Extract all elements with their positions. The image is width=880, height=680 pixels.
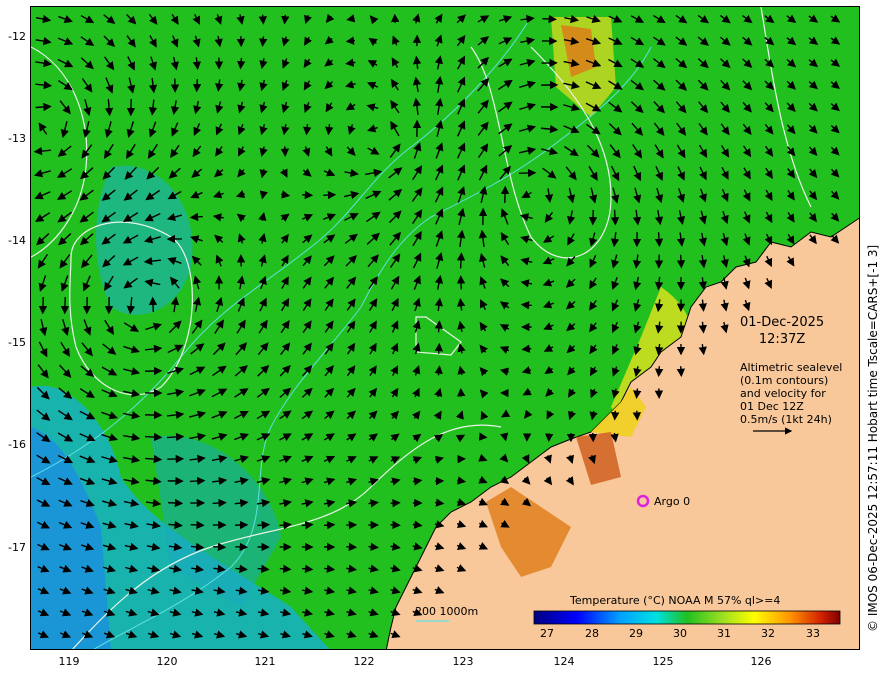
note-line: 01 Dec 12Z (740, 400, 804, 413)
date-text: 01-Dec-2025 (740, 315, 825, 330)
lon-tick-label: 125 (652, 655, 674, 668)
velocity-arrow (148, 296, 158, 312)
colorbar-tick: 30 (673, 627, 687, 640)
lon-tick-label: 126 (750, 655, 772, 668)
velocity-arrow (236, 57, 246, 70)
velocity-arrow (189, 212, 203, 222)
velocity-arrow (434, 320, 444, 333)
lat-tick-label: -15 (8, 336, 26, 349)
velocity-arrow (168, 498, 184, 508)
velocity-arrow (676, 254, 686, 269)
velocity-arrow (654, 366, 664, 378)
velocity-arrow (457, 387, 466, 397)
colorbar-tick: 28 (585, 627, 599, 640)
velocity-arrow (456, 252, 466, 269)
velocity-arrow (346, 542, 358, 552)
colorbar-tick: 32 (761, 627, 775, 640)
lat-tick-label: -12 (8, 30, 26, 43)
velocity-arrow (588, 432, 597, 443)
lat-tick-label: -16 (8, 438, 26, 451)
lon-tick-label: 123 (452, 655, 474, 668)
sst-map (31, 7, 859, 649)
map-panel (30, 6, 860, 650)
lon-tick-label: 122 (353, 655, 375, 668)
velocity-arrow (279, 564, 292, 574)
colorbar-tick: 29 (629, 627, 643, 640)
velocity-arrow (633, 388, 642, 399)
note-line: and velocity for (740, 387, 826, 400)
velocity-arrow (302, 190, 314, 200)
lon-tick-label: 119 (58, 655, 80, 668)
lon-tick-label: 120 (156, 655, 178, 668)
colorbar-bar (533, 610, 841, 625)
velocity-arrow (190, 520, 205, 530)
lat-tick-label: -17 (8, 541, 26, 554)
colorbar-title: Temperature (°C) NOAA M 57% ql>=4 (570, 594, 781, 607)
velocity-arrow (610, 209, 620, 226)
velocity-arrow (518, 168, 537, 178)
depth-legend-label: 200 1000m (415, 605, 479, 618)
argo-label: Argo 0 (654, 495, 691, 508)
velocity-arrow (301, 520, 314, 530)
velocity-arrow (654, 232, 664, 248)
lat-tick-label: -13 (8, 132, 26, 145)
lat-tick-label: -14 (8, 234, 26, 247)
date-time-label: 01-Dec-2025 12:37Z (740, 314, 824, 348)
lon-tick-label: 124 (553, 655, 575, 668)
note-line: (0.1m contours) (740, 374, 829, 387)
velocity-arrow (281, 14, 290, 25)
velocity-arrow (542, 14, 558, 24)
colorbar-tick: 27 (540, 627, 554, 640)
velocity-arrow (257, 564, 270, 574)
lon-tick-label: 121 (254, 655, 276, 668)
note-line: 0.5m/s (1kt 24h) (740, 413, 832, 426)
velocity-arrow (368, 542, 379, 551)
velocity-arrow (189, 476, 206, 486)
credit-text: © IMOS 06-Dec-2025 12:57:11 Hobart time … (866, 244, 880, 632)
altimetry-note: Altimetric sealevel (0.1m contours) and … (740, 361, 842, 426)
velocity-arrow (144, 366, 163, 376)
time-text: 12:37Z (758, 332, 806, 347)
note-line: Altimetric sealevel (740, 361, 843, 374)
velocity-arrow (144, 432, 163, 442)
velocity-arrow (676, 366, 686, 378)
velocity-arrow (632, 410, 642, 421)
velocity-arrow (257, 520, 271, 530)
velocity-arrow (259, 36, 268, 47)
velocity-arrow (212, 498, 227, 508)
velocity-arrow (279, 520, 292, 530)
velocity-arrow (521, 344, 532, 353)
velocity-arrow (213, 542, 227, 552)
velocity-arrow (323, 190, 337, 200)
velocity-arrow (390, 498, 401, 508)
velocity-arrow (60, 296, 70, 315)
velocity-arrow (323, 520, 336, 530)
colorbar-tick: 31 (717, 627, 731, 640)
velocity-arrow (192, 79, 202, 93)
velocity-arrow (434, 342, 444, 354)
colorbar-tick: 33 (806, 627, 820, 640)
velocity-arrow (258, 14, 267, 25)
velocity-arrow (520, 301, 532, 310)
velocity-arrow (345, 36, 356, 45)
velocity-arrow (38, 296, 48, 315)
velocity-arrow (610, 410, 620, 421)
velocity-arrow (478, 432, 488, 441)
velocity-arrow (391, 13, 400, 24)
velocity-arrow (301, 564, 314, 573)
